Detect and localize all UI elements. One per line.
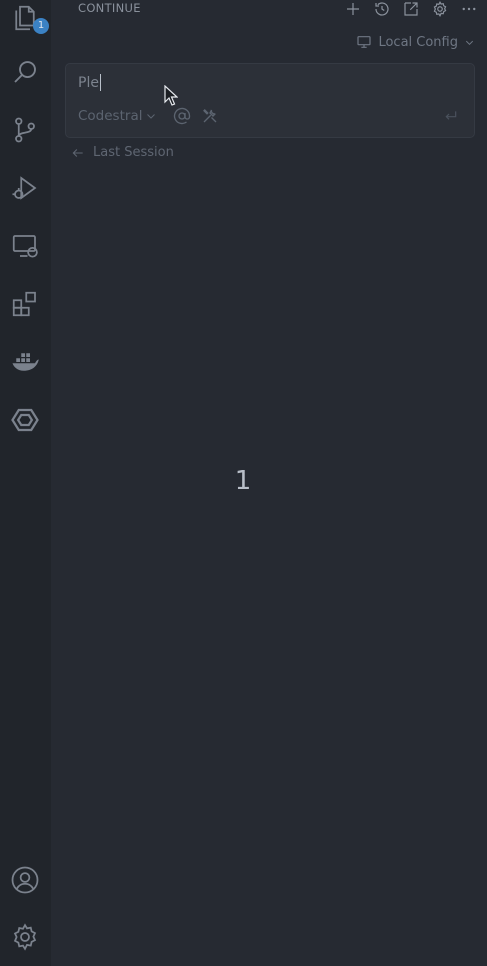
run-debug-icon bbox=[12, 176, 37, 200]
chat-input-box[interactable]: Ple Codestral bbox=[65, 63, 475, 138]
extensions-icon bbox=[12, 291, 36, 317]
panel-title-actions bbox=[343, 0, 479, 19]
at-sign-icon bbox=[173, 107, 191, 125]
last-session-label: Last Session bbox=[93, 145, 174, 160]
new-session-button[interactable] bbox=[343, 0, 363, 19]
remote-explorer-button[interactable] bbox=[7, 228, 43, 264]
source-control-icon bbox=[15, 117, 35, 143]
chevron-down-icon bbox=[465, 40, 474, 45]
history-icon bbox=[375, 2, 389, 16]
continue-icon bbox=[11, 408, 39, 432]
account-icon bbox=[11, 866, 39, 894]
center-number: 1 bbox=[234, 466, 252, 496]
activity-bar: 1 bbox=[0, 0, 52, 966]
monitor-icon bbox=[357, 36, 372, 48]
search-button[interactable] bbox=[7, 54, 43, 90]
tools-icon bbox=[203, 109, 217, 123]
run-debug-button[interactable] bbox=[7, 170, 43, 206]
explorer-button[interactable]: 1 bbox=[7, 0, 49, 36]
continue-panel: CONTINUE Local Config Ple Codestral Last… bbox=[51, 0, 487, 966]
text-caret bbox=[99, 74, 101, 91]
enter-icon bbox=[445, 111, 457, 120]
plus-icon bbox=[347, 3, 359, 15]
arrow-left-icon bbox=[72, 148, 83, 157]
gear-icon bbox=[433, 1, 447, 18]
search-icon bbox=[14, 61, 36, 83]
config-selector[interactable]: Local Config bbox=[356, 34, 475, 50]
open-in-editor-button[interactable] bbox=[401, 0, 421, 19]
model-selector[interactable]: Codestral bbox=[78, 108, 157, 124]
model-label: Codestral bbox=[78, 108, 143, 124]
history-button[interactable] bbox=[372, 0, 392, 19]
chat-input-value: Ple bbox=[78, 74, 99, 91]
manage-button[interactable] bbox=[7, 919, 43, 955]
chevron-down-icon bbox=[147, 114, 156, 119]
continue-button[interactable] bbox=[7, 402, 43, 438]
remote-explorer-icon bbox=[12, 235, 38, 258]
vscode-window: 1 CONTINUE Local Config Ple Codestral La… bbox=[0, 0, 487, 966]
more-actions-button[interactable] bbox=[459, 0, 479, 19]
manage-gear-icon bbox=[13, 923, 37, 951]
submit-button[interactable] bbox=[440, 106, 462, 126]
extensions-button[interactable] bbox=[7, 286, 43, 322]
docker-button[interactable] bbox=[7, 344, 43, 380]
tools-button[interactable] bbox=[200, 106, 220, 126]
add-context-button[interactable] bbox=[172, 106, 192, 126]
account-button[interactable] bbox=[7, 862, 43, 898]
explorer-badge: 1 bbox=[33, 18, 49, 34]
config-label: Local Config bbox=[378, 34, 458, 50]
ellipsis-icon bbox=[462, 7, 476, 11]
panel-title: CONTINUE bbox=[78, 1, 141, 15]
last-session-link[interactable]: Last Session bbox=[71, 145, 174, 160]
mouse-cursor-icon bbox=[164, 85, 178, 106]
docker-icon bbox=[12, 353, 39, 371]
settings-button[interactable] bbox=[430, 0, 450, 19]
chat-input[interactable]: Ple bbox=[78, 74, 101, 91]
external-link-icon bbox=[404, 2, 418, 16]
source-control-button[interactable] bbox=[7, 112, 43, 148]
